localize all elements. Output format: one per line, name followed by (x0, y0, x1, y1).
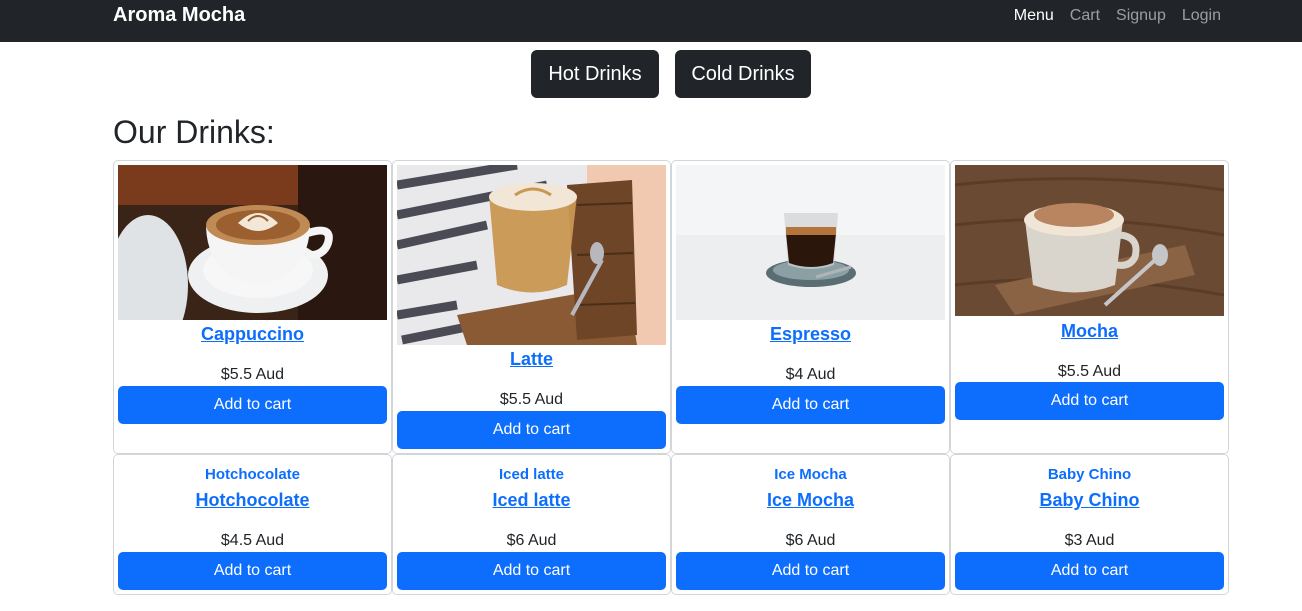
product-price: $5.5 Aud (220, 366, 285, 383)
product-name-link[interactable]: Mocha (951, 321, 1228, 342)
product-card-espresso: Espresso $4 Aud Add to cart (671, 160, 950, 454)
add-to-cart-button[interactable]: Add to cart (118, 552, 387, 590)
add-to-cart-button[interactable]: Add to cart (397, 411, 666, 449)
add-to-cart-button[interactable]: Add to cart (397, 552, 666, 590)
add-to-cart-button[interactable]: Add to cart (955, 552, 1224, 590)
product-name-link[interactable]: Baby Chino (951, 490, 1228, 511)
product-card-hotchocolate: Hotchocolate Hotchocolate $4.5 Aud Add t… (113, 454, 392, 595)
hot-drinks-button[interactable]: Hot Drinks (531, 50, 659, 98)
broken-image-alt-text: Hotchocolate (204, 466, 300, 483)
product-name-link[interactable]: Iced latte (393, 490, 670, 511)
add-to-cart-button[interactable]: Add to cart (676, 552, 945, 590)
broken-image-alt-text: Iced latte (498, 466, 565, 483)
latte-photo (397, 165, 666, 345)
product-name-link[interactable]: Latte (393, 349, 670, 370)
nav-link-login[interactable]: Login (1182, 7, 1221, 25)
add-to-cart-button[interactable]: Add to cart (118, 386, 387, 424)
product-price: $4 Aud (785, 366, 836, 383)
page-title: Our Drinks: (113, 114, 275, 150)
product-price: $4.5 Aud (220, 532, 285, 549)
product-price: $3 Aud (1064, 532, 1115, 549)
mocha-photo (955, 165, 1224, 316)
broken-image-alt-text: Ice Mocha (774, 466, 847, 483)
product-card-iced-latte: Iced latte Iced latte $6 Aud Add to cart (392, 454, 671, 595)
product-name-link[interactable]: Espresso (672, 324, 949, 345)
cold-drinks-button[interactable]: Cold Drinks (675, 50, 811, 98)
add-to-cart-button[interactable]: Add to cart (955, 382, 1224, 420)
product-card-latte: Latte $5.5 Aud Add to cart (392, 160, 671, 454)
nav-links: Menu Cart Signup Login (1014, 7, 1221, 25)
navbar: Aroma Mocha Menu Cart Signup Login (0, 0, 1302, 42)
brand-logo[interactable]: Aroma Mocha (113, 4, 245, 27)
product-price: $5.5 Aud (1057, 363, 1122, 380)
product-card-mocha: Mocha $5.5 Aud Add to cart (950, 160, 1229, 454)
product-card-cappuccino: Cappuccino $5.5 Aud Add to cart (113, 160, 392, 454)
product-price: $6 Aud (785, 532, 836, 549)
product-name-link[interactable]: Cappuccino (114, 324, 391, 345)
nav-link-cart[interactable]: Cart (1070, 7, 1100, 25)
espresso-photo (676, 165, 945, 320)
cappuccino-photo (118, 165, 387, 320)
broken-image-alt-text: Baby Chino (1047, 466, 1132, 483)
nav-link-signup[interactable]: Signup (1116, 7, 1166, 25)
product-card-baby-chino: Baby Chino Baby Chino $3 Aud Add to cart (950, 454, 1229, 595)
product-name-link[interactable]: Hotchocolate (114, 490, 391, 511)
add-to-cart-button[interactable]: Add to cart (676, 386, 945, 424)
nav-link-menu[interactable]: Menu (1014, 7, 1054, 25)
product-card-ice-mocha: Ice Mocha Ice Mocha $6 Aud Add to cart (671, 454, 950, 595)
product-price: $5.5 Aud (499, 391, 564, 408)
product-price: $6 Aud (506, 532, 557, 549)
product-name-link[interactable]: Ice Mocha (672, 490, 949, 511)
